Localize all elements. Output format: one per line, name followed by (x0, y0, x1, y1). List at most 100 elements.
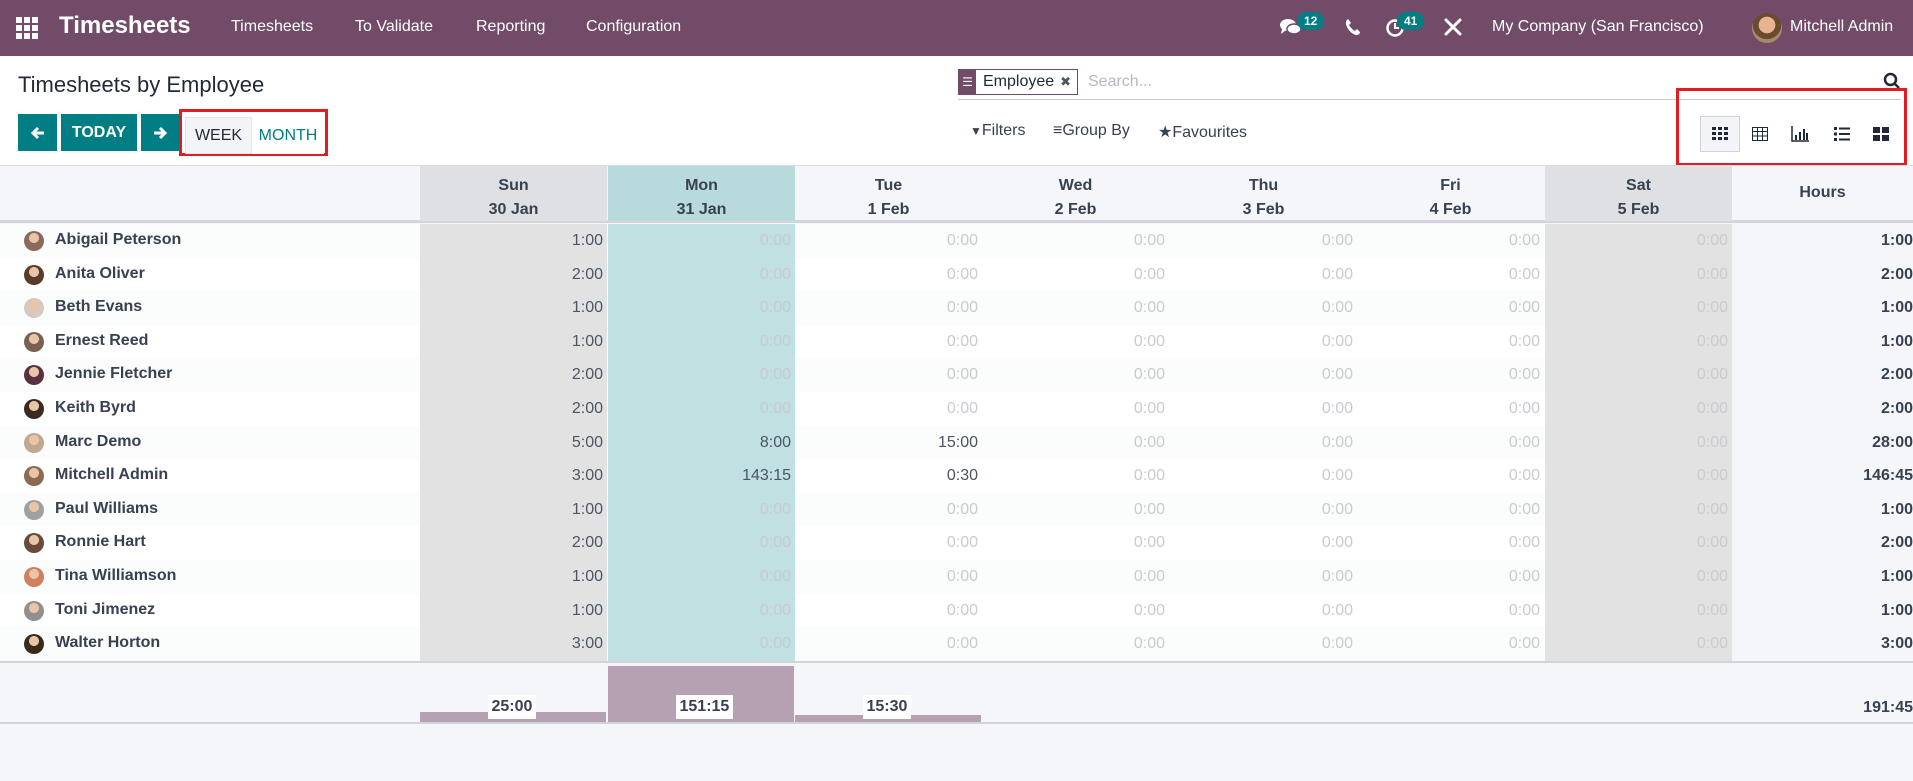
timesheet-cell[interactable]: 0:00 (1357, 358, 1544, 392)
timesheet-cell[interactable]: 0:00 (795, 526, 982, 560)
timesheet-cell[interactable]: 0:00 (1357, 627, 1544, 661)
timesheet-cell[interactable]: 0:00 (1357, 493, 1544, 527)
timesheet-cell[interactable]: 0:00 (982, 459, 1169, 493)
timesheet-cell[interactable]: 0:00 (982, 526, 1169, 560)
today-button[interactable]: TODAY (61, 114, 137, 151)
menu-timesheets[interactable]: Timesheets (231, 18, 313, 36)
timesheet-cell[interactable]: 0:00 (982, 627, 1169, 661)
timesheet-cell[interactable]: 0:00 (1545, 358, 1732, 392)
timesheet-cell[interactable]: 0:00 (795, 493, 982, 527)
timesheet-cell[interactable]: 0:00 (795, 258, 982, 292)
timesheet-cell[interactable]: 0:00 (1545, 526, 1732, 560)
timesheet-cell[interactable]: 0:00 (982, 594, 1169, 628)
timesheet-cell[interactable]: 0:00 (1170, 526, 1357, 560)
timesheet-cell[interactable]: 0:00 (608, 224, 795, 258)
timesheet-cell[interactable]: 2:00 (420, 392, 607, 426)
group-by-button[interactable]: ≡Group By (1053, 122, 1130, 140)
timesheet-cell[interactable]: 0:00 (982, 291, 1169, 325)
timesheet-cell[interactable]: 0:00 (1545, 291, 1732, 325)
timesheet-cell[interactable]: 0:00 (1170, 493, 1357, 527)
user-avatar[interactable] (1752, 13, 1782, 43)
timesheet-cell[interactable]: 0:00 (608, 560, 795, 594)
timesheet-cell[interactable]: 0:00 (1545, 324, 1732, 359)
app-name[interactable]: Timesheets (59, 12, 191, 40)
week-button[interactable]: WEEK (185, 117, 252, 154)
menu-reporting[interactable]: Reporting (476, 18, 545, 36)
timesheet-cell[interactable]: 0:30 (795, 459, 982, 493)
timesheet-cell[interactable]: 0:00 (1170, 594, 1357, 628)
timesheet-cell[interactable]: 0:00 (982, 560, 1169, 594)
user-menu[interactable]: Mitchell Admin (1790, 18, 1893, 36)
timesheet-cell[interactable]: 0:00 (1357, 258, 1544, 292)
timesheet-cell[interactable]: 2:00 (420, 358, 607, 392)
month-button[interactable]: MONTH (252, 117, 324, 154)
timesheet-cell[interactable]: 0:00 (1170, 560, 1357, 594)
company-switcher[interactable]: My Company (San Francisco) (1492, 18, 1704, 36)
timesheet-cell[interactable]: 0:00 (1545, 560, 1732, 594)
menu-to-validate[interactable]: To Validate (355, 18, 433, 36)
timesheet-cell[interactable]: 1:00 (420, 224, 607, 258)
timesheet-cell[interactable]: 3:00 (420, 627, 607, 661)
timesheet-cell[interactable]: 0:00 (1357, 526, 1544, 560)
filters-button[interactable]: ▼Filters (970, 122, 1025, 140)
tools-icon[interactable] (1444, 18, 1462, 41)
timesheet-cell[interactable]: 0:00 (1357, 291, 1544, 325)
timesheet-cell[interactable]: 143:15 (608, 459, 795, 493)
timesheet-cell[interactable]: 8:00 (608, 425, 795, 460)
timesheet-cell[interactable]: 1:00 (420, 492, 607, 527)
timesheet-cell[interactable]: 0:00 (608, 593, 795, 628)
timesheet-cell[interactable]: 0:00 (608, 526, 795, 560)
timesheet-cell[interactable]: 0:00 (1170, 358, 1357, 392)
timesheet-cell[interactable]: 0:00 (795, 627, 982, 661)
menu-configuration[interactable]: Configuration (586, 18, 681, 36)
timesheet-cell[interactable]: 0:00 (608, 291, 795, 325)
timesheet-cell[interactable]: 0:00 (1170, 627, 1357, 661)
view-list-button[interactable] (1822, 116, 1862, 152)
timesheet-cell[interactable]: 0:00 (608, 627, 795, 661)
timesheet-cell[interactable]: 1:00 (420, 324, 607, 359)
timesheet-cell[interactable]: 0:00 (1357, 224, 1544, 258)
timesheet-cell[interactable]: 0:00 (1170, 392, 1357, 426)
timesheet-cell[interactable]: 0:00 (1357, 325, 1544, 359)
timesheet-cell[interactable]: 0:00 (1170, 325, 1357, 359)
timesheet-cell[interactable]: 5:00 (420, 425, 607, 460)
timesheet-cell[interactable]: 0:00 (795, 325, 982, 359)
facet-remove-icon[interactable]: ✖ (1058, 70, 1077, 94)
timesheet-cell[interactable]: 0:00 (1170, 258, 1357, 292)
timesheet-cell[interactable]: 0:00 (1545, 425, 1732, 460)
view-graph-button[interactable] (1780, 116, 1820, 152)
apps-grid-icon[interactable] (16, 17, 38, 39)
timesheet-cell[interactable]: 1:00 (420, 291, 607, 325)
timesheet-cell[interactable]: 0:00 (795, 358, 982, 392)
timesheet-cell[interactable]: 0:00 (982, 358, 1169, 392)
timesheet-cell[interactable]: 0:00 (1545, 627, 1732, 661)
timesheet-cell[interactable]: 0:00 (982, 426, 1169, 460)
timesheet-cell[interactable]: 15:00 (795, 426, 982, 460)
timesheet-cell[interactable]: 0:00 (1357, 560, 1544, 594)
timesheet-cell[interactable]: 0:00 (982, 224, 1169, 258)
timesheet-cell[interactable]: 0:00 (608, 257, 795, 292)
view-kanban-button[interactable] (1861, 116, 1901, 152)
timesheet-cell[interactable]: 0:00 (795, 224, 982, 258)
timesheet-cell[interactable]: 0:00 (1545, 492, 1732, 527)
timesheet-cell[interactable]: 0:00 (608, 392, 795, 426)
timesheet-cell[interactable]: 0:00 (1170, 459, 1357, 493)
view-grid-button[interactable] (1700, 116, 1740, 152)
timesheet-cell[interactable]: 0:00 (1545, 257, 1732, 292)
timesheet-cell[interactable]: 1:00 (420, 560, 607, 594)
timesheet-cell[interactable]: 3:00 (420, 459, 607, 493)
timesheet-cell[interactable]: 0:00 (795, 594, 982, 628)
view-pivot-button[interactable] (1740, 116, 1780, 152)
timesheet-cell[interactable]: 0:00 (608, 492, 795, 527)
timesheet-cell[interactable]: 0:00 (1357, 426, 1544, 460)
timesheet-cell[interactable]: 1:00 (420, 593, 607, 628)
timesheet-cell[interactable]: 0:00 (608, 324, 795, 359)
previous-button[interactable] (18, 114, 57, 151)
timesheet-cell[interactable]: 2:00 (420, 526, 607, 560)
timesheet-cell[interactable]: 0:00 (795, 392, 982, 426)
favourites-button[interactable]: ★Favourites (1158, 122, 1247, 142)
timesheet-cell[interactable]: 0:00 (1357, 594, 1544, 628)
timesheet-cell[interactable]: 2:00 (420, 257, 607, 292)
timesheet-cell[interactable]: 0:00 (982, 392, 1169, 426)
phone-icon[interactable] (1345, 18, 1361, 41)
